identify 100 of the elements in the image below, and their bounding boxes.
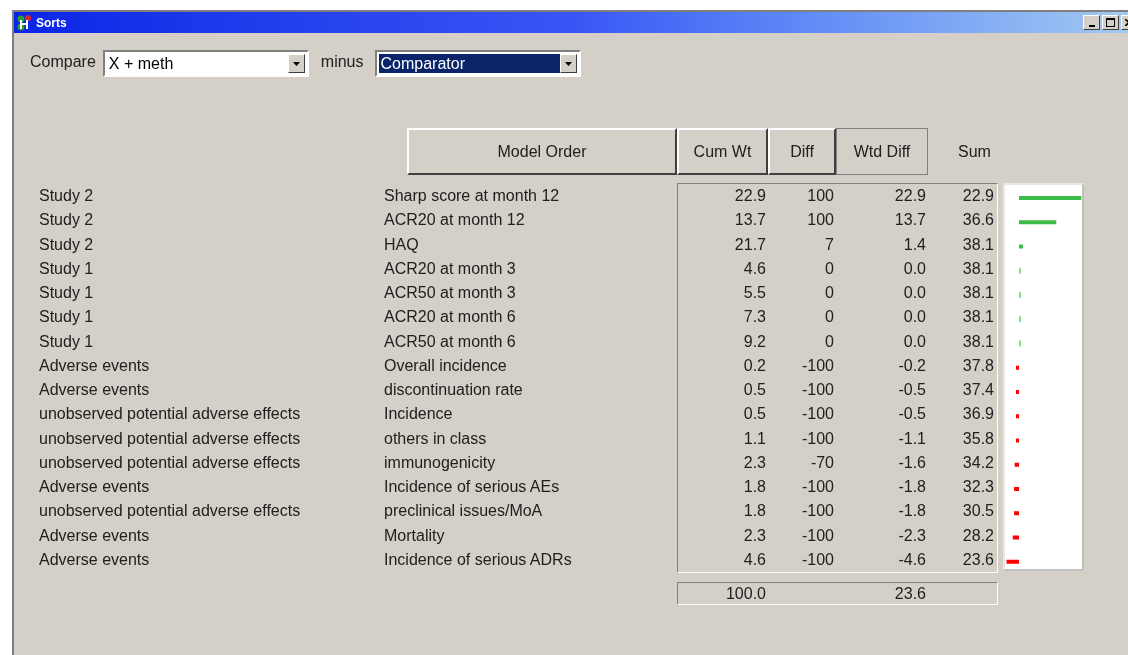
- table-cell-text: 38.1: [961, 283, 994, 304]
- table-cell-text: 5.5: [742, 283, 766, 304]
- minus-label: minus: [320, 52, 364, 72]
- table-cell-text: 100: [806, 186, 834, 207]
- table-cell-text: 0: [824, 307, 834, 328]
- table-cell-text: 0: [824, 331, 834, 352]
- table-cell-text: -0.5: [897, 380, 926, 401]
- table-cell-text: 22.9: [893, 186, 926, 207]
- table-cell-text: 1.4: [902, 234, 926, 255]
- table-cell-text: 36.9: [961, 404, 994, 425]
- table-cell-text: 37.4: [961, 380, 994, 401]
- table-cell-text: -100: [800, 549, 834, 570]
- table-cell-text: -100: [800, 404, 834, 425]
- table-cell-text: 37.8: [961, 355, 994, 376]
- table-cell-text: 38.1: [961, 258, 994, 279]
- group-label: unobserved potential adverse effects: [38, 501, 302, 522]
- table-cell-text: -1.8: [897, 501, 926, 522]
- dropdown[interactable]: Comparator: [374, 50, 581, 77]
- item-label: others in class: [384, 428, 487, 449]
- group-label: unobserved potential adverse effects: [38, 404, 302, 425]
- table-cell-text: 0: [824, 283, 834, 304]
- table-cell-text: -100: [800, 477, 834, 498]
- window-title: Sorts: [36, 14, 67, 32]
- table-cell-text: 30.5: [961, 501, 994, 522]
- column-header[interactable]: Diff: [768, 128, 836, 175]
- item-label: ACR50 at month 3: [384, 283, 516, 304]
- table-cell-text: 38.1: [961, 307, 994, 328]
- group-label: Study 2: [38, 186, 95, 207]
- item-label: HAQ: [384, 234, 419, 255]
- table-cell-text: -1.6: [897, 452, 926, 473]
- table-cell-text: 7: [824, 234, 834, 255]
- table-cell-text: 4.6: [742, 258, 766, 279]
- table-cell-text: 38.1: [961, 331, 994, 352]
- table-cell-text: 13.7: [893, 210, 926, 231]
- group-label: unobserved potential adverse effects: [38, 452, 302, 473]
- table-cell-text: 4.6: [742, 549, 766, 570]
- table-cell-text: 0.0: [902, 258, 926, 279]
- item-label: ACR20 at month 3: [384, 258, 516, 279]
- group-label: Adverse events: [38, 355, 151, 376]
- column-header[interactable]: Cum Wt: [677, 128, 768, 175]
- dropdown[interactable]: X + meth: [102, 50, 309, 77]
- group-label: Adverse events: [38, 477, 151, 498]
- column-header[interactable]: Model Order: [407, 128, 677, 175]
- item-label: ACR20 at month 6: [384, 307, 516, 328]
- group-label: Study 1: [38, 283, 95, 304]
- table-cell-text: -100: [800, 380, 834, 401]
- item-label: immunogenicity: [384, 452, 496, 473]
- table-cell-text: 0.0: [902, 307, 926, 328]
- item-label: discontinuation rate: [384, 380, 523, 401]
- group-label: Adverse events: [38, 549, 151, 570]
- table-cell-text: 0.0: [902, 331, 926, 352]
- table-cell-text: 0.2: [742, 355, 766, 376]
- table-cell-text: 2.3: [742, 452, 766, 473]
- table-cell-text: -1.1: [897, 428, 926, 449]
- compare-label: Compare: [30, 52, 96, 72]
- table-cell-text: -100: [800, 355, 834, 376]
- group-label: Study 2: [38, 234, 95, 255]
- table-cell-text: 100: [806, 210, 834, 231]
- item-label: Sharp score at month 12: [384, 186, 560, 207]
- table-cell-text: 9.2: [742, 331, 766, 352]
- table-cell-text: 2.3: [742, 525, 766, 546]
- group-label: unobserved potential adverse effects: [38, 428, 302, 449]
- table-cell-text: 34.2: [961, 452, 994, 473]
- table-cell-text: 7.3: [742, 307, 766, 328]
- table-cell-text: -4.6: [897, 549, 926, 570]
- group-label: Adverse events: [38, 525, 151, 546]
- item-label: Incidence: [384, 404, 453, 425]
- table-cell-text: 0.5: [742, 404, 766, 425]
- group-label: Study 1: [38, 307, 95, 328]
- item-label: Mortality: [384, 525, 445, 546]
- group-label: Study 2: [38, 210, 95, 231]
- table-cell-text: 36.6: [961, 210, 994, 231]
- table-cell-text: -1.8: [897, 477, 926, 498]
- group-label: Study 1: [38, 331, 95, 352]
- table-cell-text: 32.3: [961, 477, 994, 498]
- item-label: Incidence of serious ADRs: [384, 549, 572, 570]
- table-cell-text: 13.7: [733, 210, 766, 231]
- item-label: ACR50 at month 6: [384, 331, 516, 352]
- table-cell-text: -100: [800, 428, 834, 449]
- item-label: preclinical issues/MoA: [384, 501, 543, 522]
- table-cell-text: 22.9: [961, 186, 994, 207]
- total-cum-wt: 100.0: [724, 583, 766, 604]
- table-cell-text: 22.9: [733, 186, 766, 207]
- table-cell-text: 23.6: [961, 549, 994, 570]
- table-cell-text: 35.8: [961, 428, 994, 449]
- item-label: Incidence of serious AEs: [384, 477, 560, 498]
- table-cell-text: -0.5: [897, 404, 926, 425]
- table-cell-text: 38.1: [961, 234, 994, 255]
- table-cell-text: -0.2: [897, 355, 926, 376]
- table-cell-text: -70: [809, 452, 834, 473]
- table-cell-text: 1.8: [742, 477, 766, 498]
- table-cell-text: 1.8: [742, 501, 766, 522]
- table-cell-text: 28.2: [961, 525, 994, 546]
- table-cell-text: 21.7: [733, 234, 766, 255]
- column-header[interactable]: Wtd Diff: [836, 128, 928, 175]
- table-cell-text: 0.0: [902, 283, 926, 304]
- group-label: Adverse events: [38, 380, 151, 401]
- sum-heading: Sum: [958, 141, 991, 162]
- table-cell-text: 0.5: [742, 380, 766, 401]
- item-label: Overall incidence: [384, 355, 507, 376]
